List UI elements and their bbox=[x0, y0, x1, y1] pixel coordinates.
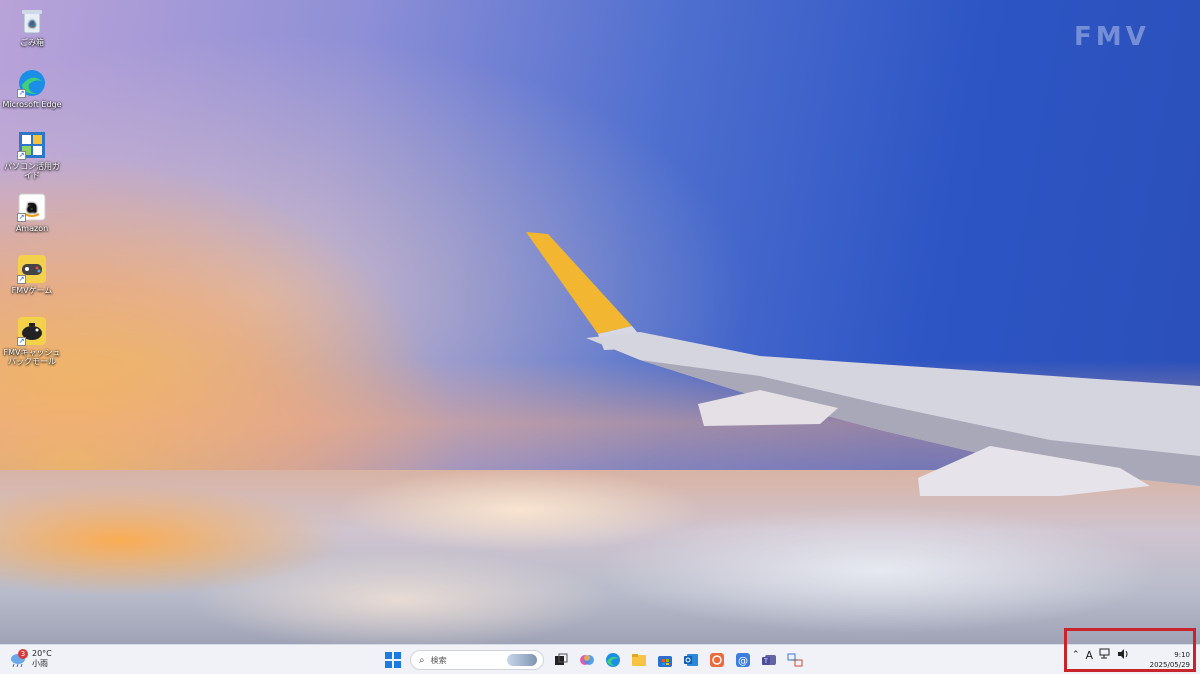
search-icon: ⌕ bbox=[419, 654, 425, 666]
teams-icon: T bbox=[762, 655, 776, 665]
recycle-bin-icon: ♻ bbox=[17, 6, 47, 36]
task-view-icon bbox=[555, 653, 568, 665]
pc-guide-icon: ↗ bbox=[17, 130, 47, 160]
taskbar: 3 20°C 小雨 ⌕ 検索 @ T bbox=[0, 644, 1200, 674]
search-highlight-icon bbox=[507, 654, 537, 666]
desktop-icon-recycle-bin[interactable]: ♻ ごみ箱 bbox=[2, 6, 62, 47]
desktop-wallpaper: FMV bbox=[0, 0, 1200, 644]
weather-text: 20°C 小雨 bbox=[32, 649, 52, 669]
shortcut-arrow-icon: ↗ bbox=[17, 213, 26, 222]
network-app-icon bbox=[787, 653, 803, 667]
mail-button[interactable]: @ bbox=[732, 649, 754, 671]
shortcut-arrow-icon: ↗ bbox=[17, 151, 26, 160]
weather-condition: 小雨 bbox=[32, 659, 48, 668]
piggy-bank-icon: ↗ bbox=[17, 316, 47, 346]
svg-text:T: T bbox=[763, 658, 768, 665]
edge-taskbar-button[interactable] bbox=[602, 649, 624, 671]
copilot-icon bbox=[580, 655, 594, 665]
taskbar-search[interactable]: ⌕ 検索 bbox=[410, 650, 544, 670]
mail-icon: @ bbox=[736, 653, 750, 667]
desktop-icon-label: FMVキャッシュバックモール bbox=[3, 348, 61, 366]
office-icon bbox=[710, 653, 724, 667]
weather-widget[interactable]: 3 20°C 小雨 bbox=[8, 649, 52, 669]
network-app-button[interactable] bbox=[784, 649, 806, 671]
desktop-icon-label: パソコン活用ガイド bbox=[4, 162, 60, 180]
office-button[interactable] bbox=[706, 649, 728, 671]
weather-temperature: 20°C bbox=[32, 649, 52, 658]
shortcut-arrow-icon: ↗ bbox=[17, 89, 26, 98]
copilot-button[interactable] bbox=[576, 649, 598, 671]
file-explorer-icon bbox=[632, 654, 646, 666]
start-button[interactable] bbox=[382, 649, 404, 671]
outlook-button[interactable] bbox=[680, 649, 702, 671]
desktop-icon-label: Microsoft Edge bbox=[2, 100, 62, 109]
outlook-icon bbox=[684, 654, 698, 666]
desktop-icon-cashback-mall[interactable]: ↗ FMVキャッシュバックモール bbox=[2, 316, 62, 366]
tray-highlight-box bbox=[1064, 628, 1196, 672]
edge-icon: ↗ bbox=[17, 68, 47, 98]
svg-text:a: a bbox=[27, 197, 38, 216]
airplane-wing bbox=[526, 232, 1200, 496]
task-view-button[interactable] bbox=[550, 649, 572, 671]
teams-button[interactable]: T bbox=[758, 649, 780, 671]
edge-icon bbox=[606, 653, 620, 667]
svg-text:♻: ♻ bbox=[28, 20, 36, 30]
desktop-icon-label: ごみ箱 bbox=[20, 38, 44, 47]
shortcut-arrow-icon: ↗ bbox=[17, 337, 26, 346]
store-button[interactable] bbox=[654, 649, 676, 671]
amazon-icon: a ↗ bbox=[17, 192, 47, 222]
start-icon bbox=[385, 652, 401, 668]
fmv-watermark: FMV bbox=[1074, 22, 1150, 52]
desktop-icon-edge[interactable]: ↗ Microsoft Edge bbox=[2, 68, 62, 109]
shortcut-arrow-icon: ↗ bbox=[17, 275, 26, 284]
desktop-icon-label: FMVゲーム bbox=[11, 286, 53, 295]
store-icon bbox=[658, 656, 672, 667]
svg-text:@: @ bbox=[738, 656, 748, 667]
desktop-icon-amazon[interactable]: a ↗ Amazon bbox=[2, 192, 62, 233]
desktop-icon-fmv-game[interactable]: ↗ FMVゲーム bbox=[2, 254, 62, 295]
search-placeholder: 検索 bbox=[430, 655, 447, 665]
file-explorer-button[interactable] bbox=[628, 649, 650, 671]
taskbar-center: ⌕ 検索 @ T bbox=[382, 649, 810, 671]
desktop-icon-pc-guide[interactable]: ↗ パソコン活用ガイド bbox=[2, 130, 62, 180]
desktop-icon-label: Amazon bbox=[15, 224, 49, 233]
notification-badge: 3 bbox=[18, 649, 28, 659]
gamepad-icon: ↗ bbox=[17, 254, 47, 284]
